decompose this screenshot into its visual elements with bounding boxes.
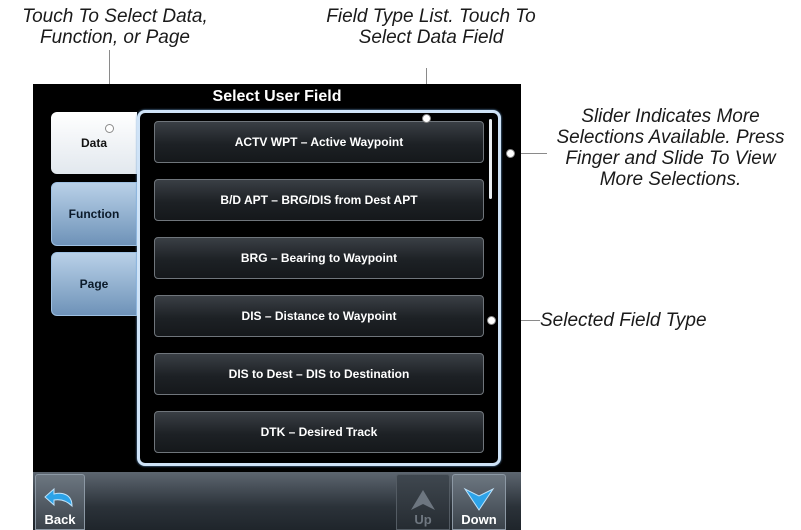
callout-slider-line2: Selections Available. Press — [556, 127, 785, 148]
tab-function[interactable]: Function — [51, 182, 137, 246]
tab-data-label: Data — [80, 136, 107, 150]
list-item-label: ACTV WPT – Active Waypoint — [234, 135, 404, 149]
leader-dot-tabs — [105, 124, 114, 133]
page-title: Select User Field — [212, 88, 342, 105]
list-item-label: BRG – Bearing to Waypoint — [240, 251, 398, 265]
callout-select-tabs-line2: Function, or Page — [40, 27, 190, 48]
callout-slider-line4: More Selections. — [599, 169, 742, 190]
callout-field-type-list-line1: Field Type List. Touch To — [326, 6, 536, 27]
list-item-selected[interactable]: DIS – Distance to Waypoint — [154, 295, 484, 337]
list-item-label: B/D APT – BRG/DIS from Dest APT — [220, 193, 418, 207]
back-arrow-icon — [42, 486, 78, 512]
callout-select-tabs-line1: Touch To Select Data, — [22, 6, 208, 27]
list-item[interactable]: DTK – Desired Track — [154, 411, 484, 453]
callout-slider: Slider Indicates More Selections Availab… — [540, 106, 801, 190]
up-arrow-icon — [408, 488, 438, 512]
up-button-label: Up — [414, 512, 432, 527]
tab-page[interactable]: Page — [51, 252, 137, 316]
field-type-list[interactable]: ACTV WPT – Active Waypoint B/D APT – BRG… — [137, 110, 501, 466]
leader-dot-selected-field — [487, 316, 496, 325]
leader-dot-slider — [506, 149, 515, 158]
list-item[interactable]: DIS to Dest – DIS to Destination — [154, 353, 484, 395]
down-button[interactable]: Down — [452, 474, 506, 530]
callout-selected-field-line1: Selected Field Type — [540, 310, 707, 331]
tab-function-label: Function — [68, 207, 120, 221]
callout-field-type-list: Field Type List. Touch To Select Data Fi… — [296, 6, 566, 48]
bottom-button-bar: Back Up Down — [33, 472, 521, 530]
list-item[interactable]: ACTV WPT – Active Waypoint — [154, 121, 484, 163]
up-button[interactable]: Up — [396, 474, 450, 530]
callout-field-type-list-line2: Select Data Field — [358, 27, 504, 48]
leader-dot-field-list — [422, 114, 431, 123]
list-item-label: DTK – Desired Track — [260, 425, 378, 439]
tab-data[interactable]: Data — [51, 112, 137, 174]
back-button[interactable]: Back — [35, 474, 85, 530]
list-item-label: DIS – Distance to Waypoint — [241, 309, 397, 323]
device-screen: Select User Field Data Function Page ACT… — [33, 84, 521, 530]
list-item-label: DIS to Dest – DIS to Destination — [228, 367, 410, 381]
callout-selected-field: Selected Field Type — [540, 310, 740, 331]
down-button-label: Down — [461, 512, 497, 527]
back-button-label: Back — [44, 512, 76, 527]
callout-select-tabs: Touch To Select Data, Function, or Page — [0, 6, 230, 48]
list-item[interactable]: BRG – Bearing to Waypoint — [154, 237, 484, 279]
scroll-slider[interactable] — [489, 119, 492, 199]
callout-slider-line1: Slider Indicates More — [581, 106, 760, 127]
down-arrow-icon — [462, 486, 496, 512]
list-item[interactable]: B/D APT – BRG/DIS from Dest APT — [154, 179, 484, 221]
tab-page-label: Page — [79, 277, 109, 291]
callout-slider-line3: Finger and Slide To View — [565, 148, 776, 169]
